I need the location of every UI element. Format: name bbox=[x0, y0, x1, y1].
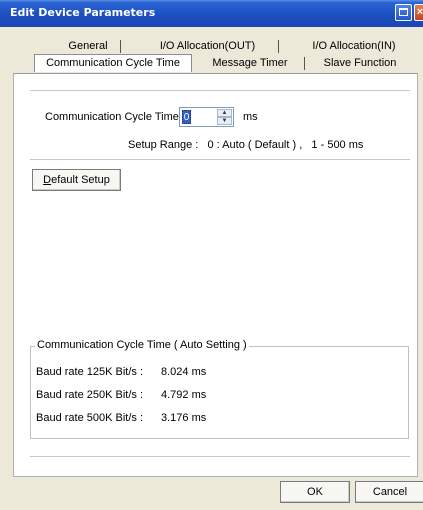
spin-down-icon[interactable]: ▼ bbox=[217, 117, 232, 125]
tab-communication-cycle-time[interactable]: Communication Cycle Time bbox=[34, 54, 192, 72]
baud-500k-value: 3.176 ms bbox=[161, 412, 207, 424]
cycle-time-spinner[interactable]: 0 ▲ ▼ bbox=[179, 107, 234, 127]
maximize-button[interactable] bbox=[395, 4, 412, 21]
tab-row-bottom: Communication Cycle Time Message Timer S… bbox=[0, 54, 423, 72]
baud-250k-value: 4.792 ms bbox=[161, 389, 207, 401]
tab-io-allocation-in[interactable]: I/O Allocation(IN) bbox=[308, 38, 400, 55]
mnemonic-letter: D bbox=[43, 174, 52, 186]
window-title: Edit Device Parameters bbox=[10, 6, 156, 19]
tab-row-top: General I/O Allocation(OUT) I/O Allocati… bbox=[0, 38, 423, 55]
close-icon: × bbox=[416, 6, 423, 18]
spin-up-icon[interactable]: ▲ bbox=[217, 109, 232, 117]
tab-separator bbox=[304, 57, 305, 70]
divider bbox=[30, 90, 410, 91]
setup-range-text: Setup Range : 0 : Auto ( Default ) , 1 -… bbox=[128, 139, 364, 151]
divider bbox=[30, 159, 410, 160]
default-setup-label: efault Setup bbox=[51, 174, 110, 186]
cycle-time-label: Communication Cycle Time : bbox=[45, 111, 185, 123]
close-button[interactable]: × bbox=[414, 4, 423, 21]
tab-io-allocation-out[interactable]: I/O Allocation(OUT) bbox=[150, 38, 265, 55]
baud-125k-value: 8.024 ms bbox=[161, 366, 207, 378]
spinner-arrows: ▲ ▼ bbox=[217, 109, 232, 125]
cycle-time-unit: ms bbox=[243, 111, 258, 123]
tab-message-timer[interactable]: Message Timer bbox=[205, 55, 295, 72]
baud-500k-label: Baud rate 500K Bit/s : bbox=[36, 412, 144, 424]
tab-general[interactable]: General bbox=[58, 38, 118, 55]
maximize-icon bbox=[399, 8, 408, 16]
dialog-window: Edit Device Parameters × General I/O All… bbox=[0, 0, 423, 510]
divider bbox=[30, 456, 410, 457]
cycle-time-input[interactable]: 0 bbox=[182, 110, 191, 124]
title-bar[interactable]: Edit Device Parameters × bbox=[0, 0, 423, 27]
tab-separator bbox=[120, 40, 121, 53]
auto-setting-group-title: Communication Cycle Time ( Auto Setting … bbox=[35, 339, 249, 351]
tab-slave-function[interactable]: Slave Function bbox=[316, 55, 404, 72]
tab-separator bbox=[278, 40, 279, 53]
cancel-button[interactable]: Cancel bbox=[355, 481, 423, 503]
baud-125k-label: Baud rate 125K Bit/s : bbox=[36, 366, 144, 378]
baud-250k-label: Baud rate 250K Bit/s : bbox=[36, 389, 144, 401]
default-setup-button[interactable]: Default Setup bbox=[32, 169, 121, 191]
ok-button[interactable]: OK bbox=[280, 481, 350, 503]
